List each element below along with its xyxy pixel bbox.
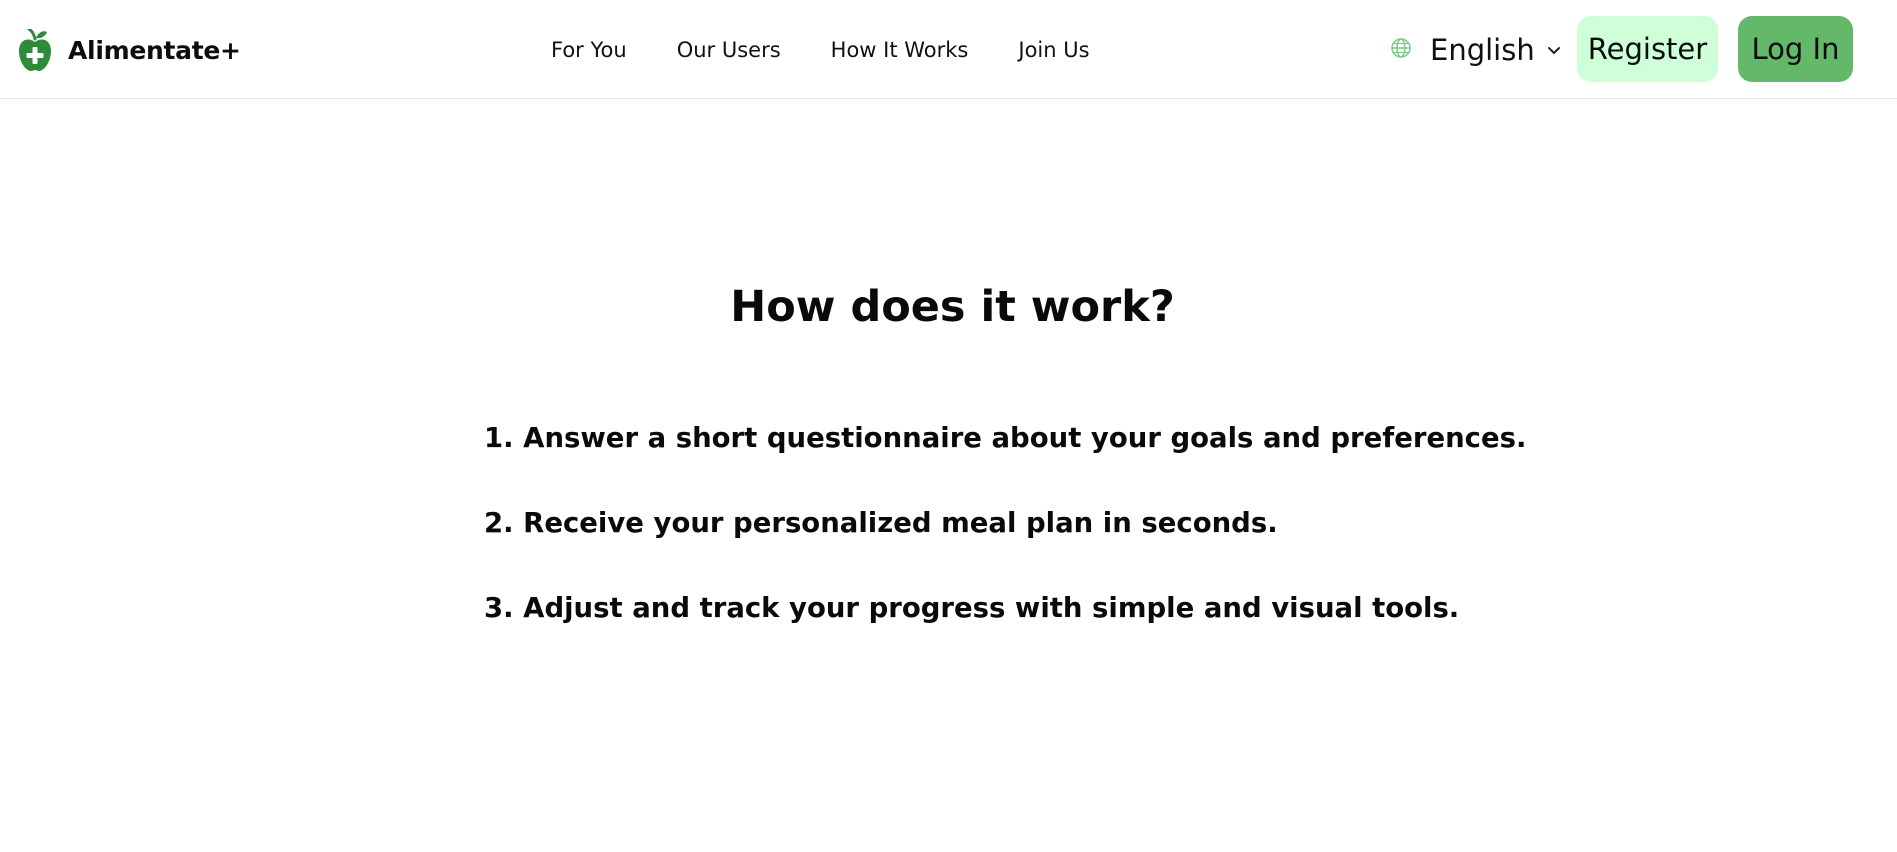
step-item: 1. Answer a short questionnaire about yo… xyxy=(484,422,1527,454)
step-item: 3. Adjust and track your progress with s… xyxy=(484,592,1460,624)
globe-icon xyxy=(1390,37,1412,63)
steps-list: 1. Answer a short questionnaire about yo… xyxy=(484,418,1526,673)
page-title: How does it work? xyxy=(730,282,1175,332)
step-item: 2. Receive your personalized meal plan i… xyxy=(484,507,1278,539)
brand-logo-link[interactable]: Alimentate+ xyxy=(18,28,241,72)
chevron-down-icon xyxy=(1547,41,1561,60)
nav-link-how-it-works[interactable]: How It Works xyxy=(831,34,969,66)
register-button[interactable]: Register xyxy=(1577,16,1718,82)
main-nav: For You Our Users How It Works Join Us xyxy=(551,34,1090,66)
top-navbar: Alimentate+ For You Our Users How It Wor… xyxy=(0,0,1897,99)
language-selected-label: English xyxy=(1430,33,1535,67)
nav-link-join-us[interactable]: Join Us xyxy=(1018,34,1089,66)
nav-link-for-you[interactable]: For You xyxy=(551,34,627,66)
apple-plus-icon xyxy=(18,29,52,71)
brand-name: Alimentate+ xyxy=(68,35,241,65)
nav-link-our-users[interactable]: Our Users xyxy=(677,34,781,66)
language-selector[interactable]: English xyxy=(1390,30,1561,70)
login-button[interactable]: Log In xyxy=(1738,16,1853,82)
